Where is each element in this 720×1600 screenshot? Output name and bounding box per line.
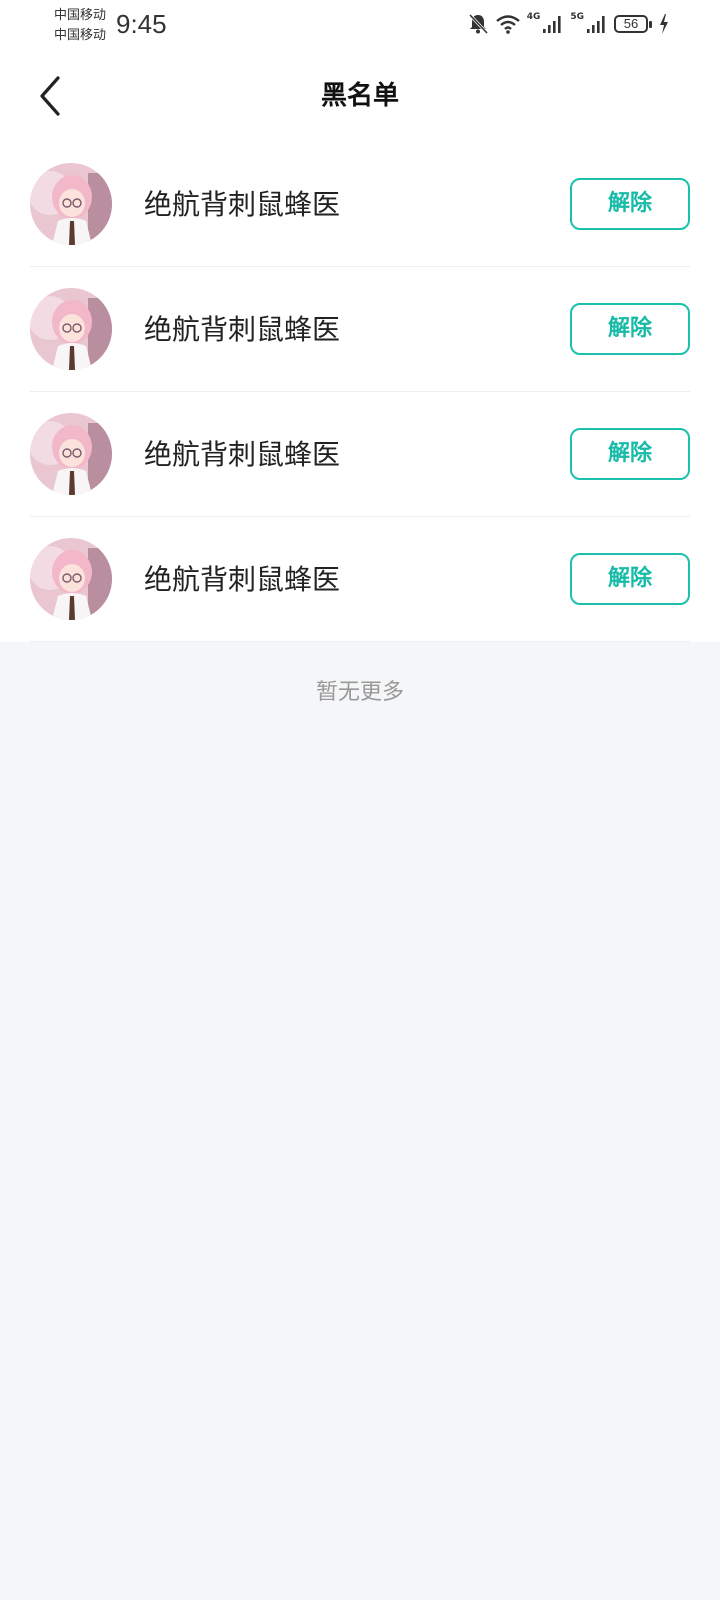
unblock-button[interactable]: 解除 xyxy=(570,553,690,605)
unblock-button[interactable]: 解除 xyxy=(570,428,690,480)
carrier-labels: 中国移动 中国移动 xyxy=(54,6,106,46)
list-item: 绝航背刺鼠蜂医 解除 xyxy=(0,392,720,517)
user-name: 绝航背刺鼠蜂医 xyxy=(144,563,341,596)
battery-icon: 56 xyxy=(614,15,652,33)
status-bar: 中国移动 中国移动 9:45 4G 5G 56 xyxy=(0,0,720,50)
unblock-button[interactable]: 解除 xyxy=(570,303,690,355)
network-label-2: 5G xyxy=(570,12,584,22)
charging-icon xyxy=(660,14,668,34)
carrier-2: 中国移动 xyxy=(54,28,107,43)
signal-icon xyxy=(543,16,561,33)
carrier-1: 中国移动 xyxy=(54,8,107,23)
wifi-icon xyxy=(495,15,520,34)
page-title: 黑名单 xyxy=(320,81,399,111)
blocked-user-list: 绝航背刺鼠蜂医 解除 绝航背刺鼠蜂医 解除 绝航背刺鼠蜂医 解除 绝航背刺鼠蜂医… xyxy=(0,142,720,642)
status-icons: 4G 5G 56 xyxy=(467,11,670,37)
unblock-button[interactable]: 解除 xyxy=(570,178,690,230)
user-name: 绝航背刺鼠蜂医 xyxy=(144,313,341,346)
signal-icon xyxy=(587,16,605,33)
avatar[interactable] xyxy=(30,413,112,495)
clock: 9:45 xyxy=(116,9,167,39)
mute-bell-icon xyxy=(468,13,488,35)
list-item: 绝航背刺鼠蜂医 解除 xyxy=(0,142,720,267)
avatar[interactable] xyxy=(30,163,112,245)
list-item: 绝航背刺鼠蜂医 解除 xyxy=(0,517,720,642)
list-item: 绝航背刺鼠蜂医 解除 xyxy=(0,267,720,392)
network-label-1: 4G xyxy=(526,12,541,22)
user-name: 绝航背刺鼠蜂医 xyxy=(144,438,341,471)
navigation-bar: 黑名单 xyxy=(0,50,720,142)
avatar[interactable] xyxy=(30,288,112,370)
user-name: 绝航背刺鼠蜂医 xyxy=(144,188,341,221)
no-more-text: 暂无更多 xyxy=(315,680,404,705)
divider xyxy=(30,641,690,642)
avatar[interactable] xyxy=(30,538,112,620)
